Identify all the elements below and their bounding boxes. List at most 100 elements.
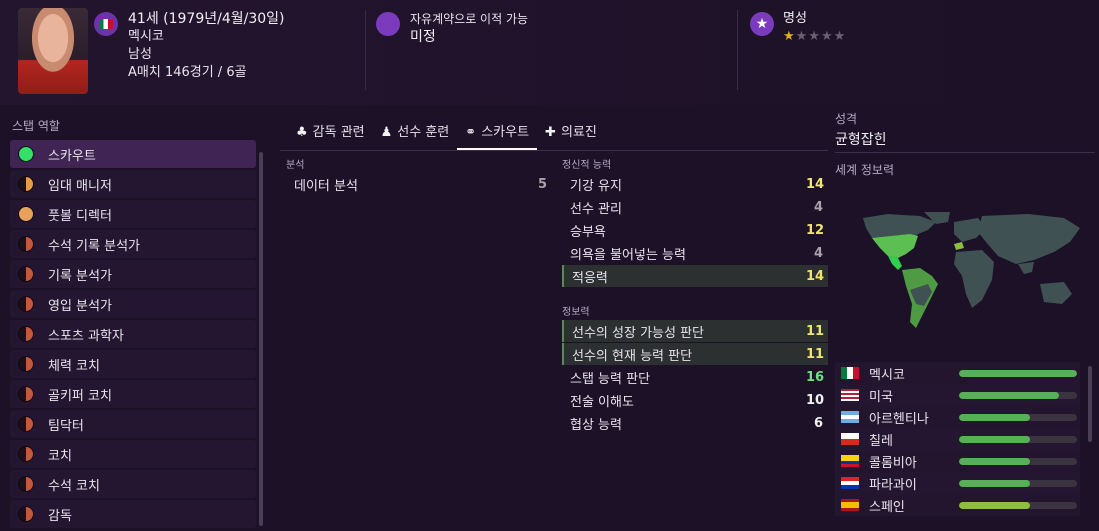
personality-value: 균형잡힌 — [835, 132, 887, 148]
age-birthdate: 41세 (1979년/4월/30일) — [128, 11, 285, 27]
divider — [737, 10, 738, 90]
country-knowledge-row[interactable]: 멕시코 — [835, 362, 1080, 384]
tab-scouting[interactable]: ⚭ 스카우트 — [457, 116, 538, 150]
staff-role-label: 수석 코치 — [48, 478, 100, 494]
country-knowledge-row[interactable]: 칠레 — [835, 428, 1080, 450]
medical-kit-icon: ✚ — [545, 125, 556, 140]
country-knowledge-row[interactable]: 콜롬비아 — [835, 450, 1080, 472]
attribute-row[interactable]: 데이터 분석 5 — [286, 173, 552, 195]
binoculars-icon: ⚭ — [465, 125, 477, 140]
staff-role-item[interactable]: 체력 코치 — [10, 350, 256, 378]
staff-role-label: 풋볼 디렉터 — [48, 208, 112, 224]
staff-role-item[interactable]: 팀닥터 — [10, 410, 256, 438]
tab-medical[interactable]: ✚ 의료진 — [537, 116, 605, 150]
attribute-label: 협상 능력 — [570, 417, 622, 433]
staff-role-label: 스카우트 — [48, 148, 96, 164]
attribute-row[interactable]: 협상 능력 6 — [562, 412, 828, 434]
country-label: 스페인 — [869, 499, 905, 515]
knowledge-level-bar — [959, 435, 1077, 443]
staff-role-label: 감독 — [48, 508, 72, 524]
attribute-value: 10 — [806, 392, 825, 408]
tab-label: 스카우트 — [481, 125, 530, 140]
star-icon: ★ — [750, 12, 774, 36]
attribute-label: 적응력 — [572, 270, 608, 286]
staff-role-item[interactable]: 감독 — [10, 500, 256, 528]
staff-role-label: 수석 기록 분석가 — [48, 238, 140, 254]
staff-role-item[interactable]: 코치 — [10, 440, 256, 468]
spain-flag-icon — [841, 499, 859, 511]
country-knowledge-row[interactable]: 파라과이 — [835, 472, 1080, 494]
attribute-value: 14 — [806, 268, 825, 284]
attribute-label: 선수 관리 — [570, 201, 622, 217]
attribute-label: 스탭 능력 판단 — [570, 371, 651, 387]
attribute-row[interactable]: 선수의 성장 가능성 판단 11 — [562, 320, 828, 342]
staff-role-item[interactable]: 기록 분석가 — [10, 260, 256, 288]
gender: 남성 — [128, 47, 152, 62]
attribute-row[interactable]: 의욕을 불어넣는 능력 4 — [562, 242, 828, 264]
knowledge-level-bar — [959, 391, 1077, 399]
staff-photo — [18, 8, 88, 94]
staff-role-item[interactable]: 수석 기록 분석가 — [10, 230, 256, 258]
country-knowledge-row[interactable]: 미국 — [835, 384, 1080, 406]
attribute-label: 데이터 분석 — [294, 178, 358, 194]
tab-underline — [280, 150, 828, 151]
attribute-value: 12 — [806, 222, 825, 238]
country-list-scrollbar[interactable] — [1088, 366, 1092, 442]
country-label: 파라과이 — [869, 477, 917, 493]
attribute-value: 11 — [806, 346, 825, 362]
staff-role-item[interactable]: 수석 코치 — [10, 470, 256, 498]
profile-details: 41세 (1979년/4월/30일) 멕시코 남성 A매치 146경기 / 6골 — [128, 10, 285, 82]
attribute-value: 4 — [813, 245, 823, 261]
knowledge-level-bar — [959, 413, 1077, 421]
staff-role-label: 기록 분석가 — [48, 268, 112, 284]
knowledge-level-bar — [959, 457, 1077, 465]
staff-role-item[interactable]: 임대 매니저 — [10, 170, 256, 198]
staff-role-item[interactable]: 영입 분석가 — [10, 290, 256, 318]
attribute-row[interactable]: 적응력 14 — [562, 265, 828, 287]
tab-manager[interactable]: ♣ 감독 관련 — [288, 116, 373, 150]
role-suitability-icon — [18, 296, 34, 312]
world-map — [863, 212, 1080, 328]
staff-role-label: 영입 분석가 — [48, 298, 112, 314]
staff-role-item[interactable]: 스카우트 — [10, 140, 256, 168]
international-caps: A매치 146경기 / 6골 — [128, 65, 247, 80]
staff-roles-list: 스카우트임대 매니저풋볼 디렉터수석 기록 분석가기록 분석가영입 분석가스포츠… — [10, 140, 256, 530]
mental-title: 정신적 능력 — [562, 160, 612, 171]
attribute-row[interactable]: 승부욕 12 — [562, 219, 828, 241]
world-knowledge-label: 세계 정보력 — [835, 163, 895, 177]
role-suitability-icon — [18, 386, 34, 402]
attribute-row[interactable]: 선수 관리 4 — [562, 196, 828, 218]
staff-role-item[interactable]: 풋볼 디렉터 — [10, 200, 256, 228]
role-suitability-icon — [18, 176, 34, 192]
colombia-flag-icon — [841, 455, 859, 467]
staff-roles-title: 스탭 역할 — [12, 119, 60, 133]
contract-status: 자유계약으로 이적 가능 미정 — [410, 10, 528, 46]
role-suitability-icon — [18, 236, 34, 252]
country-knowledge-list: 멕시코 미국 아르헨티나 칠레 콜롬비아파라과이스페인 — [835, 362, 1080, 516]
mexico-flag-icon — [94, 12, 118, 36]
attribute-value: 16 — [806, 369, 825, 385]
usa-highlight — [872, 234, 918, 258]
role-suitability-icon — [18, 206, 34, 222]
staff-role-item[interactable]: 스포츠 과학자 — [10, 320, 256, 348]
staff-role-item[interactable]: 골키퍼 코치 — [10, 380, 256, 408]
attribute-row[interactable]: 기강 유지 14 — [562, 173, 828, 195]
attribute-row[interactable]: 전술 이해도 10 — [562, 389, 828, 411]
knowledge-level-bar — [959, 501, 1077, 509]
attribute-label: 전술 이해도 — [570, 394, 634, 410]
tab-label: 감독 관련 — [312, 125, 365, 140]
tab-training[interactable]: ♟ 선수 훈련 — [373, 116, 458, 150]
attribute-value: 6 — [813, 415, 823, 431]
staff-list-scrollbar[interactable] — [259, 152, 263, 526]
role-suitability-icon — [18, 356, 34, 372]
attribute-row[interactable]: 선수의 현재 능력 판단 11 — [562, 343, 828, 365]
staff-role-label: 체력 코치 — [48, 358, 100, 374]
country-knowledge-row[interactable]: 스페인 — [835, 494, 1080, 516]
chile-flag-icon — [841, 433, 859, 445]
reputation-label: 명성 — [783, 11, 807, 26]
reputation: 명성 ★★★★★ — [783, 10, 846, 46]
contract-value: 미정 — [410, 29, 436, 45]
attribute-row[interactable]: 스탭 능력 판단 16 — [562, 366, 828, 388]
tab-label: 의료진 — [560, 125, 597, 140]
country-knowledge-row[interactable]: 아르헨티나 — [835, 406, 1080, 428]
